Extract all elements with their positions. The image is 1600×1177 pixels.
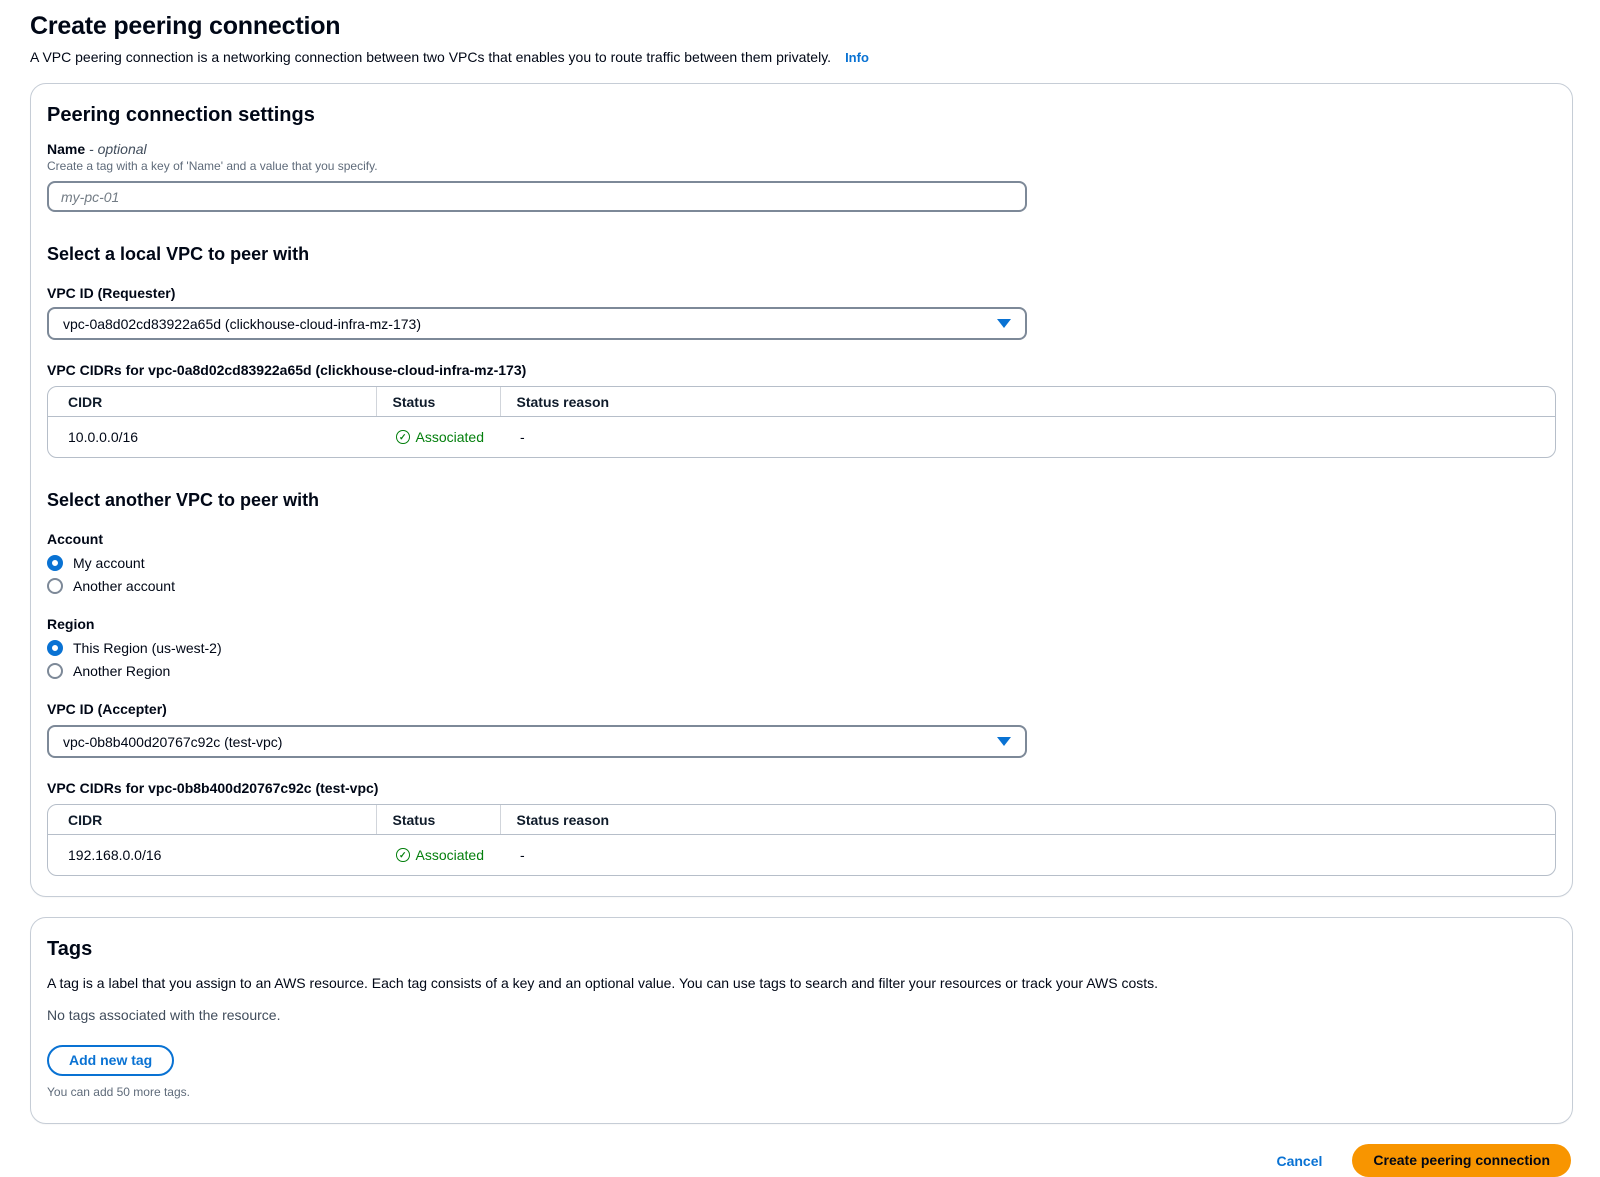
radio-this-region-label: This Region (us-west-2) xyxy=(73,640,222,656)
accepter-vpc-selected-value: vpc-0b8b400d20767c92c (test-vpc) xyxy=(63,734,282,750)
col-header-status-reason: Status reason xyxy=(500,387,1555,417)
name-label-text: Name xyxy=(47,141,85,157)
radio-my-account[interactable]: My account xyxy=(47,555,1556,571)
account-group-label: Account xyxy=(47,531,1556,547)
info-link[interactable]: Info xyxy=(845,50,869,65)
region-group-label: Region xyxy=(47,616,1556,632)
radio-another-region[interactable]: Another Region xyxy=(47,663,1556,679)
page-title: Create peering connection xyxy=(30,12,1573,41)
accepter-cidr-table: CIDR Status Status reason 192.168.0.0/16… xyxy=(47,804,1556,876)
radio-another-region-label: Another Region xyxy=(73,663,170,679)
cancel-button[interactable]: Cancel xyxy=(1274,1149,1324,1173)
status-badge: ✓ Associated xyxy=(396,429,484,445)
requester-vpc-label: VPC ID (Requester) xyxy=(47,285,1556,301)
status-reason-value: - xyxy=(500,835,1555,870)
name-input[interactable] xyxy=(47,181,1027,212)
name-field-help: Create a tag with a key of 'Name' and a … xyxy=(47,159,1556,173)
requester-vpc-select[interactable]: vpc-0a8d02cd83922a65d (clickhouse-cloud-… xyxy=(47,307,1027,340)
page-description: A VPC peering connection is a networking… xyxy=(30,49,1573,65)
col-header-cidr: CIDR xyxy=(48,387,376,417)
table-header-row: CIDR Status Status reason xyxy=(48,805,1555,835)
requester-cidr-table-title: VPC CIDRs for vpc-0a8d02cd83922a65d (cli… xyxy=(47,362,1556,378)
status-text: Associated xyxy=(416,847,484,863)
tags-description: A tag is a label that you assign to an A… xyxy=(47,975,1556,991)
radio-my-account-label: My account xyxy=(73,555,145,571)
radio-unselected-icon[interactable] xyxy=(47,578,63,594)
name-optional-suffix: - optional xyxy=(89,141,147,157)
page-description-text: A VPC peering connection is a networking… xyxy=(30,49,831,65)
tags-empty-text: No tags associated with the resource. xyxy=(47,1007,1556,1023)
status-badge: ✓ Associated xyxy=(396,847,484,863)
requester-vpc-selected-value: vpc-0a8d02cd83922a65d (clickhouse-cloud-… xyxy=(63,316,421,332)
caret-down-icon xyxy=(997,737,1011,746)
table-row: 10.0.0.0/16 ✓ Associated - xyxy=(48,417,1555,452)
accepter-cidr-table-title: VPC CIDRs for vpc-0b8b400d20767c92c (tes… xyxy=(47,780,1556,796)
status-reason-value: - xyxy=(500,417,1555,452)
check-circle-icon: ✓ xyxy=(396,848,410,862)
create-peering-connection-button[interactable]: Create peering connection xyxy=(1352,1144,1571,1177)
peering-settings-card: Peering connection settings Name - optio… xyxy=(30,83,1573,897)
radio-selected-icon[interactable] xyxy=(47,555,63,571)
caret-down-icon xyxy=(997,319,1011,328)
tags-card: Tags A tag is a label that you assign to… xyxy=(30,917,1573,1124)
add-new-tag-button[interactable]: Add new tag xyxy=(47,1045,174,1076)
table-row: 192.168.0.0/16 ✓ Associated - xyxy=(48,835,1555,870)
footer-actions: Cancel Create peering connection xyxy=(32,1144,1571,1177)
radio-unselected-icon[interactable] xyxy=(47,663,63,679)
local-vpc-heading: Select a local VPC to peer with xyxy=(47,244,1556,265)
peering-settings-title: Peering connection settings xyxy=(47,104,1556,127)
other-vpc-heading: Select another VPC to peer with xyxy=(47,490,1556,511)
check-circle-icon: ✓ xyxy=(396,430,410,444)
radio-this-region[interactable]: This Region (us-west-2) xyxy=(47,640,1556,656)
tags-remaining-text: You can add 50 more tags. xyxy=(47,1085,1556,1099)
radio-another-account-label: Another account xyxy=(73,578,175,594)
tags-title: Tags xyxy=(47,938,1556,961)
col-header-status: Status xyxy=(376,387,500,417)
radio-another-account[interactable]: Another account xyxy=(47,578,1556,594)
accepter-vpc-label: VPC ID (Accepter) xyxy=(47,701,1556,717)
table-header-row: CIDR Status Status reason xyxy=(48,387,1555,417)
col-header-status-reason: Status reason xyxy=(500,805,1555,835)
name-field-label: Name - optional xyxy=(47,141,1556,157)
requester-cidr-table: CIDR Status Status reason 10.0.0.0/16 ✓ … xyxy=(47,386,1556,458)
col-header-cidr: CIDR xyxy=(48,805,376,835)
status-text: Associated xyxy=(416,429,484,445)
cidr-value: 10.0.0.0/16 xyxy=(48,417,376,452)
col-header-status: Status xyxy=(376,805,500,835)
accepter-vpc-select[interactable]: vpc-0b8b400d20767c92c (test-vpc) xyxy=(47,725,1027,758)
radio-selected-icon[interactable] xyxy=(47,640,63,656)
cidr-value: 192.168.0.0/16 xyxy=(48,835,376,870)
page: Create peering connection A VPC peering … xyxy=(0,0,1600,1177)
